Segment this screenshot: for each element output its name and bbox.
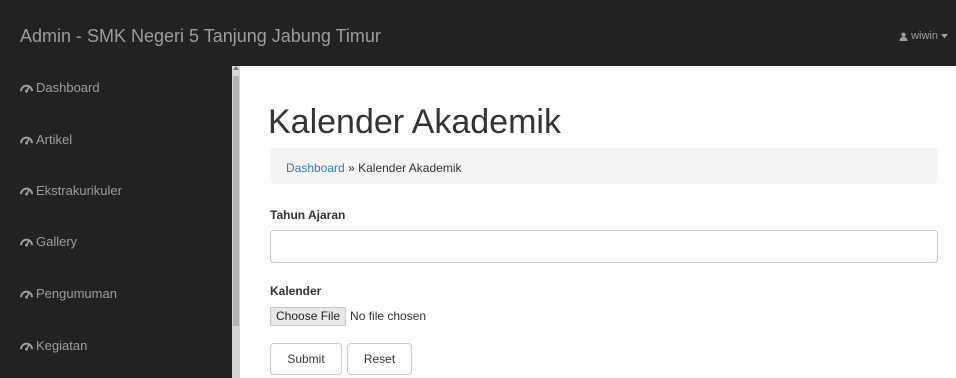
brand-title[interactable]: Admin - SMK Negeri 5 Tanjung Jabung Timu… <box>20 26 381 47</box>
scroll-up-arrow-icon[interactable] <box>233 66 239 70</box>
dashboard-icon <box>20 134 33 145</box>
user-icon <box>899 32 908 41</box>
sidebar-item-label: Kegiatan <box>36 338 88 353</box>
breadcrumb-link-dashboard[interactable]: Dashboard <box>286 161 345 175</box>
sidebar-item-label: Gallery <box>36 234 78 249</box>
kalender-file-input[interactable]: Choose File No file chosen <box>270 306 426 326</box>
submit-button[interactable]: Submit <box>270 343 342 375</box>
sidebar-item-label: Pengumuman <box>36 286 117 301</box>
breadcrumb-separator: » <box>348 161 355 175</box>
sidebar-item-ekstrakurikuler[interactable]: Ekstrakurikuler <box>20 183 122 198</box>
sidebar-item-label: Artikel <box>36 132 73 147</box>
dashboard-icon <box>20 82 33 93</box>
sidebar-item-pengumuman[interactable]: Pengumuman <box>20 286 117 301</box>
file-status-text: No file chosen <box>350 309 427 323</box>
sidebar-item-artikel[interactable]: Artikel <box>20 132 72 147</box>
sidebar <box>0 66 238 378</box>
sidebar-item-gallery[interactable]: Gallery <box>20 234 77 249</box>
page-title: Kalender Akademik <box>268 103 561 141</box>
reset-button[interactable]: Reset <box>347 343 412 375</box>
breadcrumb-current: Kalender Akademik <box>358 161 462 175</box>
dashboard-icon <box>20 288 33 299</box>
tahun-ajaran-label: Tahun Ajaran <box>270 208 346 222</box>
sidebar-item-label: Ekstrakurikuler <box>36 183 122 198</box>
user-name: wiwin <box>911 30 938 42</box>
sidebar-scrollbar[interactable] <box>232 66 240 378</box>
choose-file-button[interactable]: Choose File <box>270 306 347 326</box>
sidebar-item-dashboard[interactable]: Dashboard <box>20 80 100 95</box>
dashboard-icon <box>20 340 33 351</box>
sidebar-item-kegiatan[interactable]: Kegiatan <box>20 338 87 353</box>
kalender-label: Kalender <box>270 284 322 298</box>
caret-down-icon <box>941 33 948 39</box>
tahun-ajaran-input[interactable] <box>270 230 938 263</box>
dashboard-icon <box>20 185 33 196</box>
user-menu[interactable]: wiwin <box>899 30 948 42</box>
top-navbar: Admin - SMK Negeri 5 Tanjung Jabung Timu… <box>0 0 956 66</box>
dashboard-icon <box>20 236 33 247</box>
breadcrumb: Dashboard » Kalender Akademik <box>270 148 938 184</box>
scrollbar-thumb[interactable] <box>233 76 239 326</box>
sidebar-item-label: Dashboard <box>36 80 100 95</box>
